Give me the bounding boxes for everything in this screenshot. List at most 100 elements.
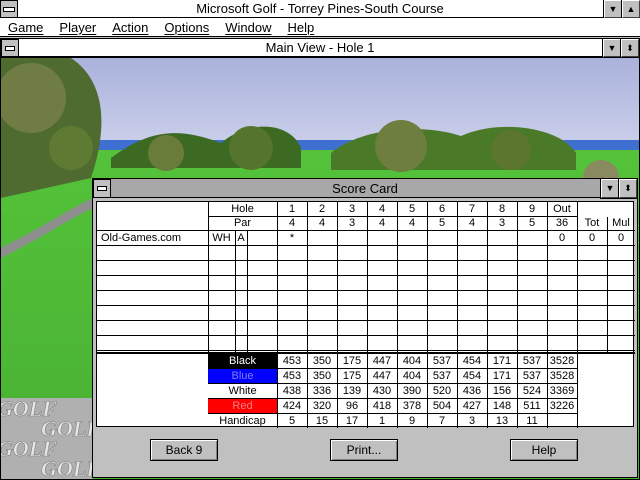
yardage-cell: 453 <box>282 370 302 382</box>
yardage-cell: 438 <box>282 385 302 397</box>
par-value: 3 <box>498 217 506 229</box>
grid-line <box>235 230 236 352</box>
yardage-cell: 148 <box>492 400 512 412</box>
grid-line <box>97 260 635 261</box>
menu-item-action[interactable]: Action <box>104 20 156 35</box>
par-value: 4 <box>408 217 416 229</box>
child-system-menu-icon[interactable] <box>1 39 19 57</box>
hole-number: 7 <box>468 203 476 215</box>
handicap-cell: 5 <box>288 415 296 427</box>
menu-bar: Game Player Action Options Window Help <box>0 18 640 37</box>
par-value: 4 <box>288 217 296 229</box>
yardage-cell: 171 <box>492 370 512 382</box>
yardage-cell: 537 <box>522 370 542 382</box>
par-value: 4 <box>468 217 476 229</box>
par-value: 5 <box>438 217 446 229</box>
score-card-restore-icon[interactable]: ⬍ <box>618 178 638 199</box>
tee-out-yardage: 3528 <box>549 370 575 382</box>
grid-line <box>97 290 635 291</box>
yardage-cell: 436 <box>462 385 482 397</box>
hole-number: 3 <box>348 203 356 215</box>
yardage-cell: 427 <box>462 400 482 412</box>
score-card-window: Score Card ▼ ⬍ Hole Par 1 4 2 4 3 3 4 4 5 4 6 5 7 4 8 3 9 5… <box>92 178 638 478</box>
back-9-button[interactable]: Back 9 <box>150 439 218 461</box>
handicap-cell: 15 <box>315 415 329 427</box>
score-card-minimize-icon[interactable]: ▼ <box>600 178 620 199</box>
yardage-cell: 156 <box>492 385 512 397</box>
score-card-system-menu-icon[interactable] <box>93 179 111 198</box>
yardage-cell: 320 <box>312 400 332 412</box>
yardage-cell: 537 <box>432 370 452 382</box>
main-view-title-bar[interactable]: Main View - Hole 1 ▼ ⬍ <box>1 38 640 58</box>
hole-number: 1 <box>288 203 296 215</box>
score-card-title-bar[interactable]: Score Card ▼ ⬍ <box>93 178 638 199</box>
yardage-cell: 430 <box>372 385 392 397</box>
yardage-cell: 537 <box>432 355 452 367</box>
hole-label: Hole <box>231 203 254 215</box>
yardage-cell: 418 <box>372 400 392 412</box>
app-title: Microsoft Golf - Torrey Pines-South Cour… <box>196 1 444 16</box>
par-value: 3 <box>348 217 356 229</box>
grid-line <box>97 320 635 321</box>
maximize-icon[interactable]: ▲ <box>621 0 640 19</box>
par-value: 4 <box>378 217 386 229</box>
app-title-bar[interactable]: Microsoft Golf - Torrey Pines-South Cour… <box>0 0 640 19</box>
grid-line <box>97 335 635 336</box>
menu-item-help[interactable]: Help <box>279 20 322 35</box>
yardage-cell: 424 <box>282 400 302 412</box>
player-tee: WH <box>212 232 231 244</box>
yardage-cell: 404 <box>402 355 422 367</box>
par-value: 4 <box>318 217 326 229</box>
yardage-cell: 447 <box>372 370 392 382</box>
yardage-cell: 175 <box>342 355 362 367</box>
menu-item-window[interactable]: Window <box>217 20 279 35</box>
tee-label-red: Red <box>208 399 277 413</box>
help-button[interactable]: Help <box>510 439 578 461</box>
yardage-cell: 139 <box>342 385 362 397</box>
handicap-cell: 3 <box>468 415 476 427</box>
yardage-cell: 454 <box>462 355 482 367</box>
main-view-restore-icon[interactable]: ⬍ <box>620 38 640 58</box>
grid-line <box>97 275 635 276</box>
score-card-grid: Hole Par 1 4 2 4 3 3 4 4 5 4 6 5 7 4 8 3 9 5 Out 36 Tot Mul Old-… <box>96 201 635 428</box>
hole-number: 9 <box>528 203 536 215</box>
handicap-cell: 11 <box>526 415 538 427</box>
par-value: 5 <box>528 217 536 229</box>
tee-label-white: White <box>208 384 277 398</box>
print-button[interactable]: Print... <box>330 439 398 461</box>
yardage-cell: 447 <box>372 355 392 367</box>
player-total-score: 0 <box>588 232 596 244</box>
yardage-cell: 171 <box>492 355 512 367</box>
handicap-cell: 7 <box>438 415 446 427</box>
yardage-cell: 350 <box>312 370 332 382</box>
yardage-cell: 350 <box>312 355 332 367</box>
yardage-cell: 524 <box>522 385 542 397</box>
par-out-value: 36 <box>555 217 569 229</box>
out-label: Out <box>553 203 571 215</box>
player-mul-score: 0 <box>617 232 625 244</box>
grid-line <box>97 350 635 351</box>
system-menu-icon[interactable] <box>0 0 18 18</box>
grid-line <box>97 305 635 306</box>
minimize-icon[interactable]: ▼ <box>603 0 623 19</box>
hole-number: 4 <box>378 203 386 215</box>
help-label: Help <box>531 443 557 457</box>
current-hole-marker: * <box>289 232 295 244</box>
menu-item-player[interactable]: Player <box>51 20 104 35</box>
tee-out-yardage: 3369 <box>549 385 575 397</box>
grid-line <box>577 352 578 428</box>
mul-label: Mul <box>612 217 630 229</box>
grid-line <box>97 245 635 246</box>
tot-label: Tot <box>584 217 600 229</box>
menu-item-options[interactable]: Options <box>156 20 217 35</box>
tee-out-yardage: 3226 <box>549 400 575 412</box>
back-9-label: Back 9 <box>165 443 203 457</box>
yardage-cell: 454 <box>462 370 482 382</box>
player-out-score: 0 <box>558 232 566 244</box>
tee-out-yardage: 3528 <box>549 355 575 367</box>
handicap-cell: 9 <box>408 415 416 427</box>
menu-item-game[interactable]: Game <box>0 20 51 35</box>
handicap-cell: 17 <box>345 415 359 427</box>
main-view-minimize-icon[interactable]: ▼ <box>602 38 622 58</box>
par-label: Par <box>233 217 252 229</box>
